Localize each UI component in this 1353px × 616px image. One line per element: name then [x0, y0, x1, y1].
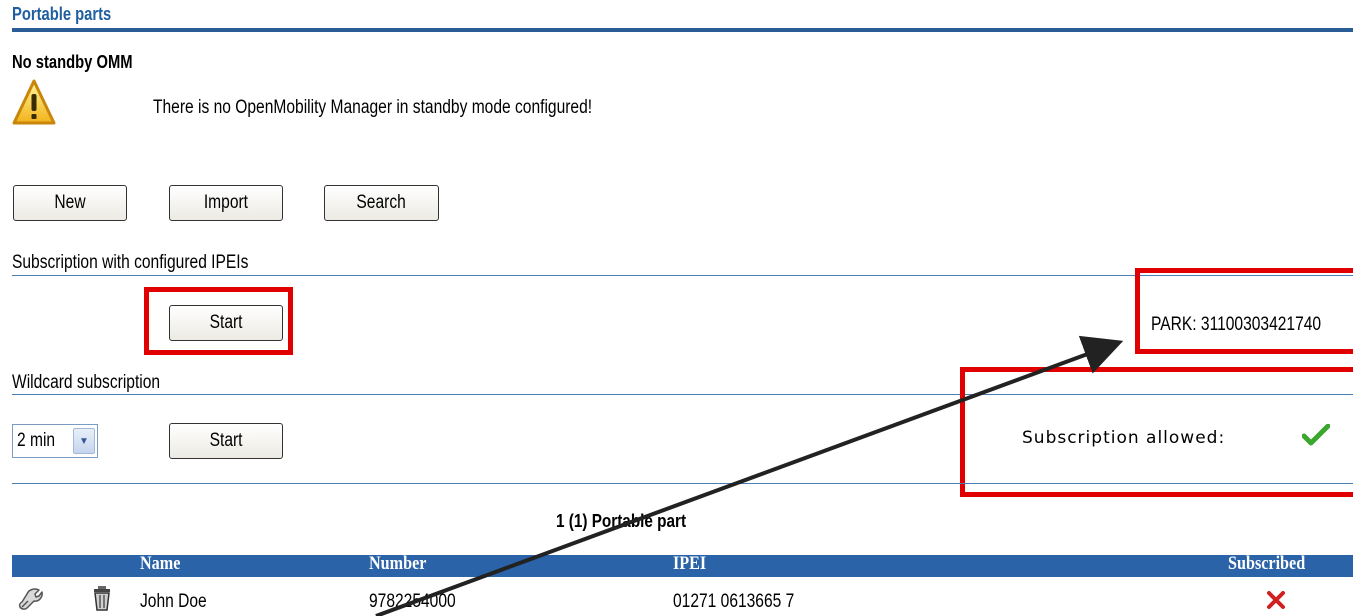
annotation-arrow: [375, 335, 1124, 616]
